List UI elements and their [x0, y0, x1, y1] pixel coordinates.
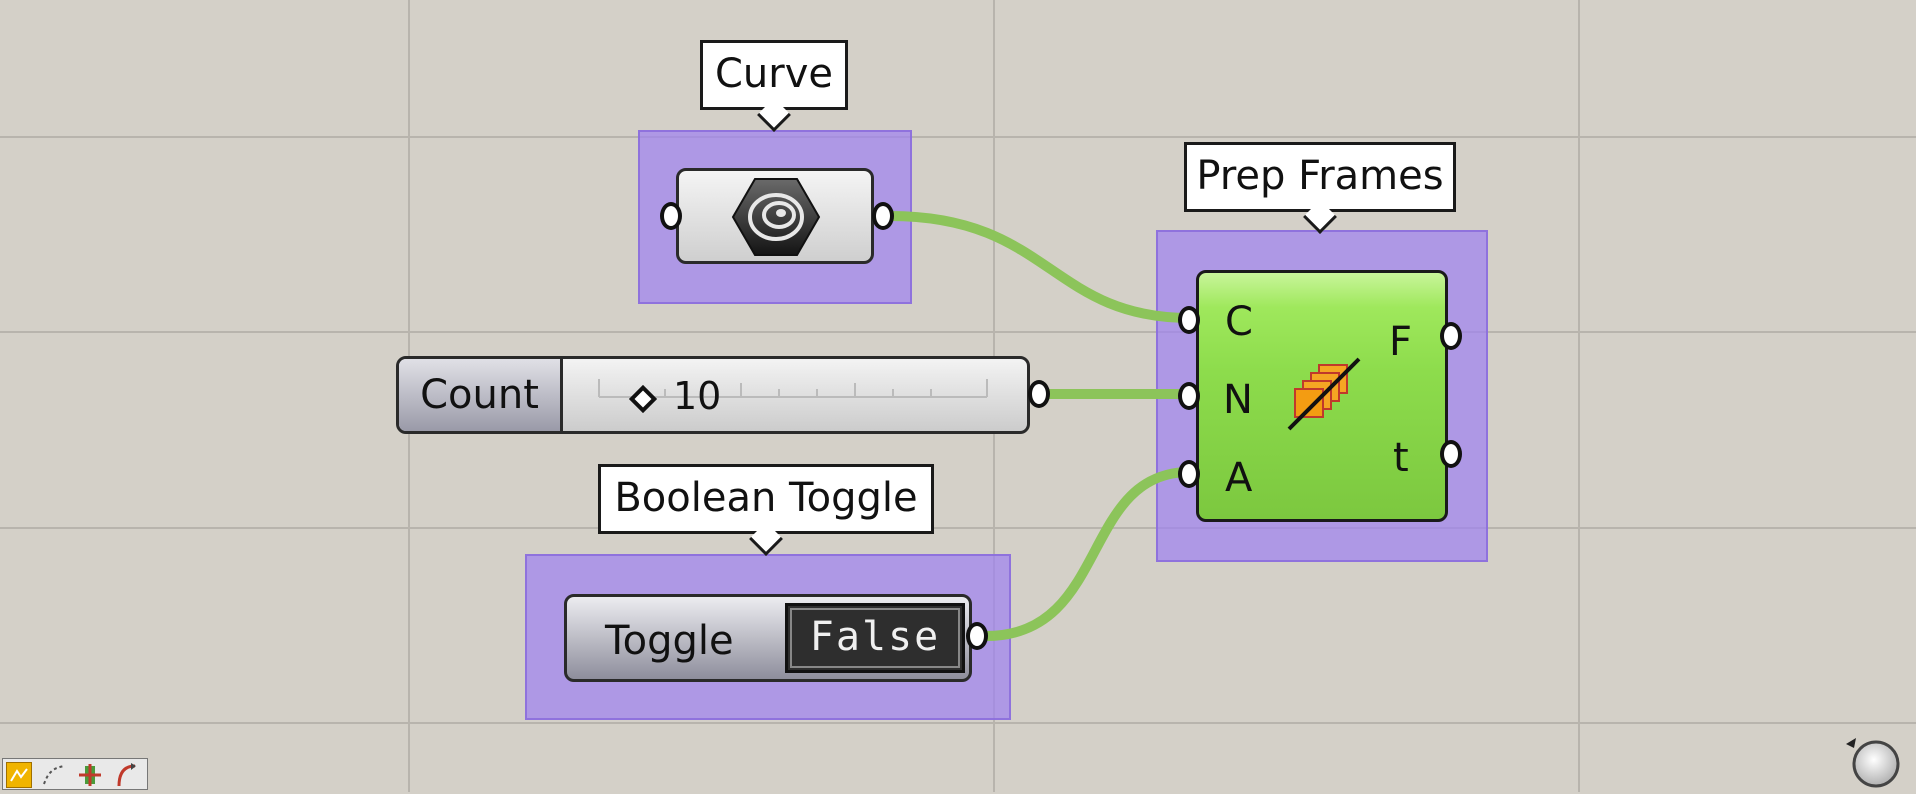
canvas-toolbar	[2, 758, 148, 790]
frames-icon	[1285, 353, 1365, 437]
output-t-grip[interactable]	[1440, 440, 1462, 468]
toggle-value[interactable]: False	[785, 603, 965, 673]
curve-tooltip: Curve	[700, 40, 848, 110]
move-icon[interactable]	[77, 762, 103, 788]
boolean-toggle[interactable]: Toggle False	[564, 594, 972, 682]
diamond-grip-icon[interactable]	[628, 384, 658, 417]
curve-to-c-wire[interactable]	[889, 211, 1191, 323]
grasshopper-logo-icon[interactable]	[6, 762, 32, 788]
output-t-label[interactable]: t	[1393, 435, 1409, 481]
navigation-orb-icon[interactable]	[1842, 730, 1902, 790]
toggle-label: Toggle	[605, 618, 734, 664]
curve-input-grip[interactable]	[660, 202, 682, 230]
curve-param-icon	[729, 175, 823, 263]
input-c-label[interactable]: C	[1225, 299, 1253, 345]
curve-output-grip[interactable]	[872, 202, 894, 230]
toggle-tooltip: Boolean Toggle	[598, 464, 934, 534]
curve-tool-icon[interactable]	[113, 762, 139, 788]
input-n-grip[interactable]	[1178, 382, 1200, 410]
input-a-grip[interactable]	[1178, 460, 1200, 488]
output-f-grip[interactable]	[1440, 322, 1462, 350]
curve-param[interactable]	[676, 168, 874, 264]
prep-frames-component[interactable]: C N A F t	[1196, 270, 1448, 522]
output-f-label[interactable]: F	[1389, 319, 1412, 365]
count-slider[interactable]: Count 10	[396, 356, 1030, 434]
slider-label: Count	[399, 359, 563, 431]
input-n-label[interactable]: N	[1223, 377, 1253, 423]
input-c-grip[interactable]	[1178, 306, 1200, 334]
toggle-to-a-wire[interactable]	[985, 467, 1191, 641]
prep-frames-tooltip: Prep Frames	[1184, 142, 1456, 212]
toggle-output-grip[interactable]	[966, 622, 988, 650]
points-icon[interactable]	[41, 762, 67, 788]
count-output-grip[interactable]	[1028, 380, 1050, 408]
slider-value[interactable]: 10	[673, 359, 721, 431]
input-a-label[interactable]: A	[1225, 455, 1252, 501]
